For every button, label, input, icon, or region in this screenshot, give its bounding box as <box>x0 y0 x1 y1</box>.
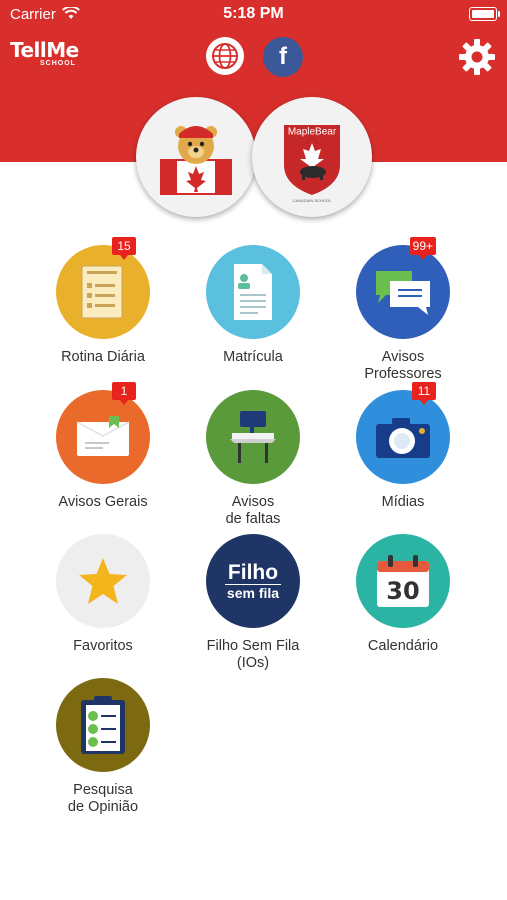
notification-badge: 11 <box>412 382 436 405</box>
menu-rotina-diaria[interactable]: 15 Rotina Diária <box>28 237 178 366</box>
menu-pesquisa-de-opiniao[interactable]: Pesquisa de Opinião <box>28 678 178 816</box>
pesquisa-icon-circle <box>56 678 150 772</box>
maplebear-icon: MapleBear CANADIAN SCHOOL <box>284 125 340 203</box>
calendar-icon: 30 <box>377 555 429 607</box>
website-button[interactable] <box>206 37 244 75</box>
menu-calendario[interactable]: 30 Calendário <box>328 534 478 655</box>
notification-badge: 15 <box>112 237 136 260</box>
menu-filho-sem-fila[interactable]: Filho sem fila Filho Sem Fila (IOs) <box>178 534 328 672</box>
gerais-icon-circle: 1 <box>56 382 150 484</box>
menu-avisos-professores[interactable]: 99+ Avisos Professores <box>328 237 478 383</box>
sem-fila-logo-text: sem fila <box>224 583 282 601</box>
menu-label: Avisos Professores <box>364 349 442 382</box>
matricula-icon-circle <box>206 245 300 339</box>
calendario-icon-circle: 30 <box>356 534 450 628</box>
clipboard-icon <box>81 696 125 754</box>
rotina-icon-circle: 15 <box>56 237 150 339</box>
camera-icon <box>376 418 430 458</box>
menu-matricula[interactable]: Matrícula <box>178 245 328 366</box>
menu-label: Mídias <box>381 494 425 510</box>
favoritos-icon-circle <box>56 534 150 628</box>
menu-label: Matrícula <box>223 349 283 365</box>
status-bar: Carrier 5:18 PM <box>0 0 507 30</box>
filho-icon-circle: Filho sem fila <box>206 534 300 628</box>
facebook-button[interactable]: f <box>263 37 303 77</box>
menu-label: Favoritos <box>73 638 133 654</box>
status-time: 5:18 PM <box>223 5 284 22</box>
menu-avisos-gerais[interactable]: 1 Avisos Gerais <box>28 382 178 511</box>
menu-label: Filho Sem Fila (IOs) <box>206 638 300 671</box>
menu-label: Avisos Gerais <box>58 494 148 510</box>
menu-label: Rotina Diária <box>61 349 145 365</box>
envelope-icon <box>76 416 130 456</box>
maplebear-name: MapleBear <box>288 127 337 138</box>
faltas-icon-circle <box>206 390 300 484</box>
battery-icon <box>469 7 500 21</box>
canada-bear-icon <box>160 126 232 195</box>
calendar-day: 30 <box>386 577 419 605</box>
logo-top-text: TellMe <box>10 38 79 62</box>
document-form-icon <box>234 264 272 320</box>
notification-badge: 1 <box>112 382 136 405</box>
school-logo-maplebear[interactable]: MapleBear CANADIAN SCHOOL <box>252 97 372 217</box>
globe-icon <box>212 43 238 69</box>
menu-avisos-de-faltas[interactable]: Avisos de faltas <box>178 390 328 528</box>
menu-label: Avisos de faltas <box>225 494 281 527</box>
app-header: Carrier 5:18 PM TellMe SCHOOL f <box>0 0 507 162</box>
checklist-icon <box>81 265 123 319</box>
tellme-logo: TellMe SCHOOL <box>10 40 79 67</box>
star-icon <box>79 558 127 604</box>
notification-badge: 99+ <box>409 237 436 260</box>
school-desk-icon <box>230 411 276 463</box>
logo-bottom-text: SCHOOL <box>40 60 76 67</box>
professores-icon-circle: 99+ <box>356 237 450 339</box>
chat-bubbles-icon <box>376 271 430 315</box>
school-logo-bear[interactable] <box>136 97 256 217</box>
menu-midias[interactable]: 11 Mídias <box>328 382 478 511</box>
midias-icon-circle: 11 <box>356 382 450 484</box>
menu-favoritos[interactable]: Favoritos <box>28 534 178 655</box>
menu-label: Calendário <box>367 638 439 654</box>
gear-icon[interactable] <box>458 38 496 76</box>
filho-logo-text: Filho <box>227 560 279 584</box>
maplebear-subtitle: CANADIAN SCHOOL <box>293 198 332 203</box>
menu-label: Pesquisa de Opinião <box>67 782 139 815</box>
facebook-icon: f <box>279 43 287 70</box>
